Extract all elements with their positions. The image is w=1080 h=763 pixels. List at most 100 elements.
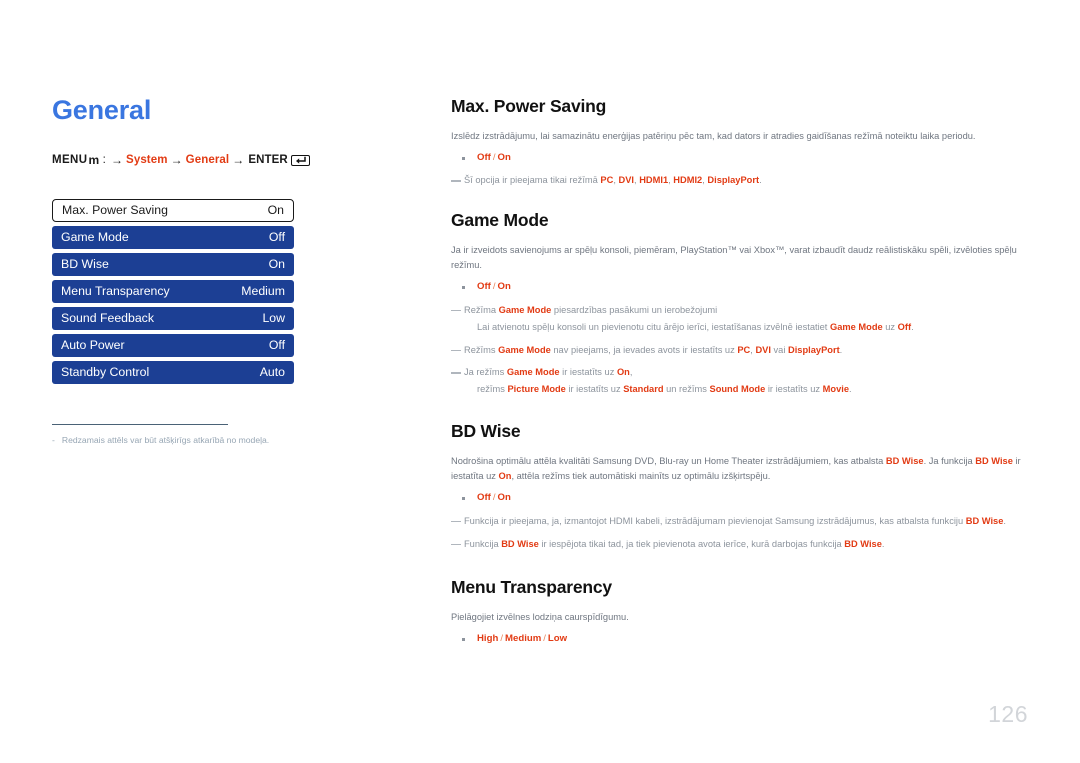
option-values: Off / On xyxy=(477,280,511,294)
text-run: . xyxy=(839,344,843,355)
osd-row-label: Standby Control xyxy=(61,365,150,380)
text-run: . xyxy=(911,321,914,332)
section-note: Režīma Game Mode piesardzības pasākumi u… xyxy=(451,303,1029,335)
right-column: Max. Power Saving Izslēdz izstrādājumu, l… xyxy=(451,96,1029,647)
highlight-term: Sound Mode xyxy=(709,384,766,395)
highlight-term: Picture Mode xyxy=(507,384,566,395)
highlight-term: Game Mode xyxy=(829,321,883,332)
highlight-term: Movie xyxy=(822,384,849,395)
osd-row[interactable]: Menu Transparency Medium xyxy=(52,279,294,303)
text-run: piesardzības pasākumi un ierobežojumi xyxy=(551,304,718,315)
left-footnote-text: Redzamais attēls var būt atšķirīgs atkar… xyxy=(61,435,270,446)
option-value[interactable]: Off xyxy=(477,281,491,292)
highlight-term: HDMI2 xyxy=(673,175,703,186)
option-value[interactable]: Off xyxy=(477,492,491,503)
breadcrumb: MENU m : → System → General → ENTER xyxy=(52,153,402,167)
osd-row-label: Game Mode xyxy=(61,230,129,245)
option-bullet-line: Off / On xyxy=(451,280,1029,294)
left-column: General MENU m : → System → General → ENT… xyxy=(52,95,402,446)
left-divider xyxy=(52,423,228,426)
osd-row-label: Auto Power xyxy=(61,338,125,353)
osd-row[interactable]: BD Wise On xyxy=(52,252,294,276)
osd-row[interactable]: Sound Feedback Low xyxy=(52,306,294,330)
note-body: Šī opcija ir pieejama tikai režīmā PC, D… xyxy=(464,173,1029,188)
highlight-term: Game Mode xyxy=(498,304,552,315)
highlight-term: On xyxy=(498,471,512,482)
option-value[interactable]: High xyxy=(477,633,498,644)
note-line: Režīms Game Mode nav pieejams, ja ievade… xyxy=(464,343,1029,358)
section-note: Funkcija BD Wise ir iespējota tikai tad,… xyxy=(451,537,1029,552)
osd-menu[interactable]: Max. Power Saving On Game Mode Off BD Wise On… xyxy=(52,198,294,384)
highlight-term: PC xyxy=(600,175,614,186)
option-separator: / xyxy=(543,633,546,645)
note-subline: režīms Picture Mode ir iestatīts uz Stan… xyxy=(464,382,1029,397)
breadcrumb-step-general[interactable]: General xyxy=(186,154,230,166)
option-bullet-line: Off / On xyxy=(451,491,1029,505)
text-run: Lai atvienotu spēļu konsoli un pievienot… xyxy=(477,321,830,332)
bullet-icon xyxy=(462,497,465,501)
option-bullet-line: Off / On xyxy=(451,151,1029,165)
page-number: 126 xyxy=(988,701,1028,727)
option-value[interactable]: On xyxy=(498,152,511,163)
breadcrumb-menu-label: MENU xyxy=(52,153,88,166)
highlight-term: BD Wise xyxy=(844,538,882,549)
section-title: Menu Transparency xyxy=(451,577,612,598)
note-body: Režīma Game Mode piesardzības pasākumi u… xyxy=(464,303,1029,335)
highlight-term: Standard xyxy=(623,384,664,395)
section-title: Max. Power Saving xyxy=(451,96,607,116)
page-title: General xyxy=(52,95,152,125)
section-body: Nodrošina optimālu attēla kvalitāti Sams… xyxy=(451,454,1029,484)
highlight-term: DisplayPort xyxy=(707,175,760,186)
highlight-term: Off xyxy=(897,321,912,332)
option-value[interactable]: On xyxy=(498,281,511,292)
osd-row-label: Sound Feedback xyxy=(61,311,154,326)
note-body: Ja režīms Game Mode ir iestatīts uz On, r… xyxy=(464,365,1029,397)
highlight-term: Game Mode xyxy=(506,367,560,378)
section-body: Izslēdz izstrādājumu, lai samazinātu ene… xyxy=(451,131,976,141)
bullet-icon xyxy=(462,286,465,290)
highlight-term: DVI xyxy=(618,175,635,186)
left-footnote-dash: - xyxy=(52,435,55,446)
text-run: režīms xyxy=(477,384,508,395)
text-run: Šī opcija ir pieejama tikai režīmā xyxy=(464,175,601,186)
option-value[interactable]: Medium xyxy=(505,633,541,644)
osd-row[interactable]: Auto Power Off xyxy=(52,333,294,357)
bullet-icon xyxy=(462,157,465,161)
breadcrumb-arrow-1: → xyxy=(110,152,124,167)
text-run: . xyxy=(759,175,762,186)
highlight-term: BD Wise xyxy=(965,515,1004,526)
highlight-term: Game Mode xyxy=(498,344,551,355)
text-run: Funkcija ir pieejama, ja, izmantojot HDM… xyxy=(464,515,966,526)
text-run: Funkcija xyxy=(464,538,502,549)
text-run: . xyxy=(881,538,885,549)
note-dash-icon xyxy=(451,543,461,546)
bullet-icon xyxy=(462,638,465,642)
section-bd-wise: BD Wise Nodrošina optimālu attēla kvalitā… xyxy=(451,421,1029,551)
osd-row-label: Menu Transparency xyxy=(61,284,170,299)
option-value[interactable]: Low xyxy=(548,633,567,644)
section-title: BD Wise xyxy=(451,421,521,442)
note-subline: Lai atvienotu spēļu konsoli un pievienot… xyxy=(464,320,1029,335)
text-run: ir iestatīts uz xyxy=(765,384,823,395)
highlight-term: BD Wise xyxy=(885,456,924,467)
highlight-term: BD Wise xyxy=(975,456,1013,467)
text-run: ir iestatīts uz xyxy=(565,384,624,395)
option-separator: / xyxy=(500,633,503,645)
note-line: Režīma Game Mode piesardzības pasākumi u… xyxy=(464,303,1029,318)
osd-row[interactable]: Max. Power Saving On xyxy=(52,198,294,222)
text-run: Ja režīms xyxy=(464,367,507,378)
text-run: Režīma xyxy=(464,304,499,315)
note-line: Funkcija BD Wise ir iespējota tikai tad,… xyxy=(464,537,1029,552)
option-values: Off / On xyxy=(477,491,511,505)
breadcrumb-step-system[interactable]: System xyxy=(126,154,168,166)
option-separator: / xyxy=(492,152,496,164)
osd-row-value: On xyxy=(268,257,285,272)
breadcrumb-colon: : xyxy=(102,153,106,166)
osd-row[interactable]: Game Mode Off xyxy=(52,225,294,249)
option-value[interactable]: On xyxy=(498,492,511,503)
option-value[interactable]: Off xyxy=(477,152,491,163)
text-run: Nodrošina optimālu attēla kvalitāti Sams… xyxy=(451,456,886,467)
section-max-power-saving: Max. Power Saving Izslēdz izstrādājumu, l… xyxy=(451,96,1029,188)
osd-row-value: Off xyxy=(268,338,285,353)
osd-row[interactable]: Standby Control Auto xyxy=(52,360,294,384)
